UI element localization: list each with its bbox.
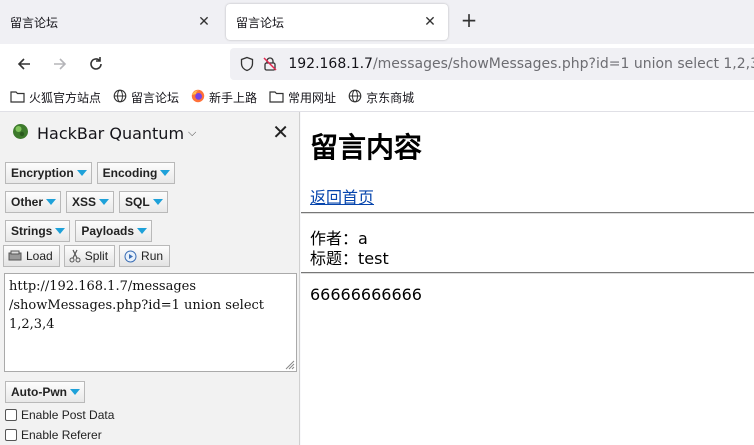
- autopwn-row: Auto-Pwn: [5, 381, 90, 403]
- enable-referer-checkbox[interactable]: [5, 429, 17, 441]
- url-host: 192.168.1.7: [288, 56, 373, 72]
- payloads-dropdown[interactable]: Payloads: [75, 220, 153, 242]
- dropdown-label: XSS: [72, 195, 97, 209]
- shield-icon[interactable]: [236, 53, 257, 75]
- split-button[interactable]: Split: [63, 245, 116, 267]
- close-tab-icon[interactable]: ✕: [422, 14, 438, 30]
- other-dropdown[interactable]: Other: [5, 191, 62, 213]
- dropdown-arrow-icon: [152, 199, 163, 205]
- bookmark-item[interactable]: 常用网址: [269, 89, 336, 106]
- button-label: Split: [84, 249, 109, 263]
- dropdown-arrow-icon: [160, 170, 171, 176]
- insecure-lock-icon[interactable]: [259, 53, 280, 75]
- close-tab-icon[interactable]: ✕: [196, 14, 212, 30]
- dropdown-arrow-icon: [76, 170, 87, 176]
- bookmark-item[interactable]: 京东商城: [348, 89, 414, 106]
- bookmarks-bar: 火狐官方站点 留言论坛 新手上路 常用网址 京东商城: [0, 84, 754, 112]
- encryption-dropdown[interactable]: Encryption: [5, 162, 92, 184]
- autopwn-dropdown[interactable]: Auto-Pwn: [5, 381, 85, 403]
- bookmark-label: 京东商城: [366, 91, 415, 105]
- dropdown-arrow-icon: [99, 199, 110, 205]
- enable-post-row[interactable]: Enable Post Data: [5, 408, 114, 422]
- firefox-icon: [191, 89, 209, 106]
- hackbar-sidebar: HackBar Quantum ⌵ ✕ Encryption Encoding …: [0, 112, 300, 445]
- xss-dropdown[interactable]: XSS: [66, 191, 115, 213]
- tab-1[interactable]: 留言论坛 ✕: [0, 4, 222, 40]
- dropdown-arrow-icon: [55, 228, 66, 234]
- dropdown-row-2: Other XSS SQL: [5, 191, 173, 213]
- sidebar-title: HackBar Quantum: [37, 123, 185, 143]
- dropdown-label: Strings: [11, 224, 53, 238]
- bookmark-label: 常用网址: [288, 91, 337, 105]
- url-text: 192.168.1.7/messages/showMessages.php?id…: [288, 56, 754, 72]
- load-icon: [8, 250, 22, 262]
- url-textarea[interactable]: http://192.168.1.7/messages /showMessage…: [4, 273, 297, 372]
- bookmark-label: 留言论坛: [131, 91, 180, 105]
- globe-icon: [113, 89, 131, 106]
- dropdown-label: Encoding: [102, 166, 158, 180]
- play-icon: [124, 250, 137, 263]
- globe-icon: [348, 89, 366, 106]
- dropdown-arrow-icon: [137, 228, 148, 234]
- address-bar[interactable]: 192.168.1.7/messages/showMessages.php?id…: [230, 48, 754, 80]
- enable-referer-row[interactable]: Enable Referer: [5, 428, 102, 442]
- checkbox-label: Enable Referer: [21, 428, 102, 442]
- reload-icon[interactable]: [84, 52, 108, 76]
- dropdown-row-1: Encryption Encoding: [5, 162, 180, 184]
- subject-line: 标题：test: [310, 249, 389, 268]
- chevron-down-icon[interactable]: ⌵: [188, 126, 196, 140]
- bookmark-item[interactable]: 留言论坛: [113, 89, 179, 106]
- sidebar-header[interactable]: HackBar Quantum ⌵: [0, 112, 299, 154]
- button-label: Load: [26, 249, 53, 263]
- dropdown-label: Other: [11, 195, 44, 209]
- encoding-dropdown[interactable]: Encoding: [96, 162, 176, 184]
- sql-dropdown[interactable]: SQL: [119, 191, 168, 213]
- tab-title: 留言论坛: [10, 15, 59, 30]
- page-title: 留言内容: [310, 131, 423, 164]
- url-path: /messages/showMessages.php?id=1 union se…: [372, 56, 754, 72]
- tab-title: 留言论坛: [236, 15, 285, 30]
- load-button[interactable]: Load: [3, 245, 60, 267]
- dropdown-label: Encryption: [11, 166, 74, 180]
- dropdown-row-3: Strings Payloads: [5, 220, 157, 242]
- checkbox-label: Enable Post Data: [21, 408, 115, 422]
- page-content: 留言内容 返回首页 作者：a 标题：test 66666666666: [301, 112, 754, 445]
- message-body: 66666666666: [310, 285, 422, 304]
- back-home-link[interactable]: 返回首页: [310, 184, 374, 208]
- dropdown-label: SQL: [125, 195, 150, 209]
- tab-2-active[interactable]: 留言论坛 ✕: [226, 4, 448, 40]
- tab-strip: 留言论坛 ✕ 留言论坛 ✕ +: [0, 0, 754, 44]
- bookmark-item[interactable]: 火狐官方站点: [10, 89, 101, 106]
- folder-icon: [10, 90, 29, 106]
- hackbar-logo-icon: [12, 123, 29, 144]
- divider: [301, 212, 754, 214]
- forward-arrow-icon[interactable]: [48, 52, 72, 76]
- dropdown-arrow-icon: [46, 199, 57, 205]
- run-button[interactable]: Run: [119, 245, 171, 267]
- dropdown-label: Payloads: [81, 224, 135, 238]
- strings-dropdown[interactable]: Strings: [5, 220, 71, 242]
- new-tab-button[interactable]: +: [458, 10, 480, 32]
- bookmark-label: 火狐官方站点: [29, 91, 102, 105]
- button-label: Run: [141, 249, 164, 263]
- enable-post-checkbox[interactable]: [5, 409, 17, 421]
- navigation-bar: 192.168.1.7/messages/showMessages.php?id…: [0, 44, 754, 84]
- bookmark-label: 新手上路: [209, 91, 258, 105]
- back-arrow-icon[interactable]: [12, 52, 36, 76]
- resize-grip-icon[interactable]: [285, 360, 295, 370]
- dropdown-label: Auto-Pwn: [11, 385, 67, 399]
- close-sidebar-icon[interactable]: ✕: [272, 122, 289, 142]
- divider: [301, 272, 754, 274]
- bookmark-item[interactable]: 新手上路: [191, 89, 257, 106]
- folder-icon: [269, 90, 288, 106]
- split-icon: [69, 249, 81, 263]
- action-button-row: Load Split Run: [3, 245, 174, 267]
- dropdown-arrow-icon: [70, 389, 80, 395]
